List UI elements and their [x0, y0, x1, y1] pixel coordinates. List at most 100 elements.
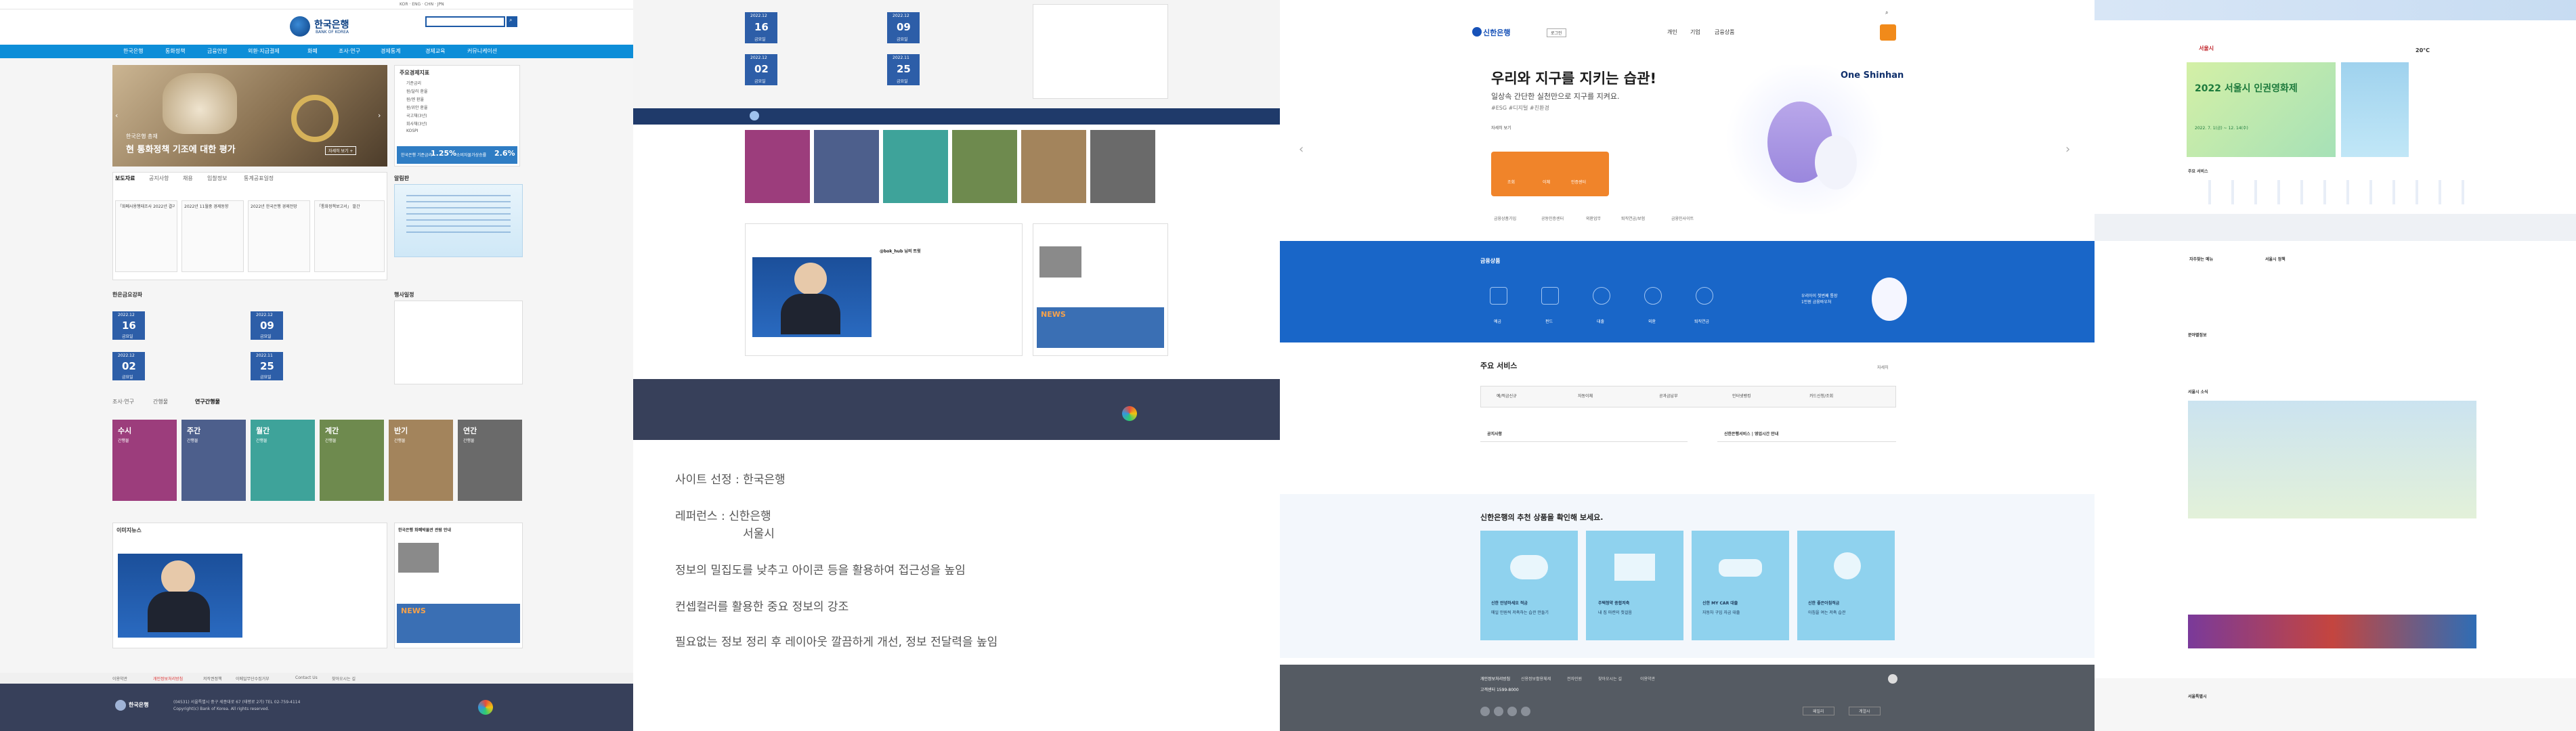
bok-nav-item-7[interactable]: 경제교육 [425, 47, 445, 55]
reco-card[interactable] [1797, 531, 1895, 640]
shinhan-top-link[interactable]: 기업 [1690, 28, 1700, 36]
shinhan-logo[interactable]: 신한은행 [1483, 27, 1510, 38]
exchange-icon[interactable] [1644, 287, 1662, 305]
tab-recruit[interactable]: 채용 [183, 175, 193, 182]
bok-nav-item-4[interactable]: 화폐 [307, 47, 318, 55]
shinhan-sub-link[interactable]: 외환업무 [1586, 215, 1601, 221]
shinhan-sub-link[interactable]: 공동인증센터 [1541, 215, 1564, 221]
shinhan-footer-link[interactable]: 전자민원 [1567, 675, 1582, 682]
shinhan-hero-sub: 일상속 간단한 실천만으로 지구를 지켜요. [1491, 92, 1620, 101]
bok-footer-link[interactable]: 이메일무단수집거부 [236, 675, 270, 682]
social-icon[interactable] [1507, 707, 1517, 716]
calendar-weekday: 금요일 [260, 334, 272, 339]
product-exchange[interactable]: 외환 [1648, 318, 1656, 324]
museum-image[interactable] [1039, 246, 1081, 278]
pub-cover[interactable] [952, 130, 1017, 203]
search-icon[interactable]: ⌕ [1885, 9, 1888, 16]
shinhan-top-link[interactable]: 개인 [1667, 28, 1677, 36]
seoul-news-grid[interactable] [2188, 401, 2476, 518]
bok-nav-item-6[interactable]: 경제통계 [381, 47, 400, 55]
hero-btn-inquiry[interactable]: 조회 [1507, 179, 1515, 185]
twitter-handle[interactable]: @bok_hub 님의 트윗 [880, 248, 921, 254]
top-arrow-icon[interactable] [1888, 674, 1897, 684]
seoul-logo[interactable]: 서울시 [2199, 45, 2214, 52]
shinhan-sub-link[interactable]: 금융인사이트 [1671, 215, 1694, 221]
bok-nav-item-1[interactable]: 통화정책 [165, 47, 185, 55]
pub-tab[interactable]: 연구간행물 [195, 398, 220, 405]
chevron-right-icon[interactable]: › [2065, 142, 2070, 156]
tab-schedule[interactable]: 통계공표일정 [244, 175, 274, 182]
shinhan-sub-link[interactable]: 퇴직연금/보험 [1621, 215, 1645, 221]
shinhan-login-button[interactable]: 로그인 [1547, 28, 1566, 37]
bok-hero-more-button[interactable]: 자세히 보기 + [325, 146, 357, 155]
bok-nav-item-3[interactable]: 외환·지급결제 [248, 47, 280, 55]
shinhan-footer-link[interactable]: 이용약관 [1640, 675, 1655, 682]
menu-icon[interactable] [1880, 24, 1896, 41]
bok-footer-link[interactable]: 저작권정책 [203, 675, 222, 682]
pub-tab[interactable]: 간행물 [153, 398, 168, 405]
seoul-banner[interactable] [2187, 62, 2336, 157]
social-icon[interactable] [1480, 707, 1490, 716]
service-link[interactable]: 인터넷뱅킹 [1732, 393, 1751, 399]
shinhan-footer-link[interactable]: 신용정보활용체제 [1521, 675, 1551, 682]
bok-nav-item-2[interactable]: 금융안정 [207, 47, 227, 55]
shinhan-footer-link[interactable]: 찾아오시는 길 [1598, 675, 1622, 682]
shinhan-notice-right[interactable]: 신한은행서비스 | 영업시간 안내 [1724, 430, 1778, 437]
museum-image[interactable] [398, 543, 439, 573]
seoul-small-banners[interactable] [2188, 615, 2476, 648]
bok-nav-item-5[interactable]: 조사·연구 [339, 47, 360, 55]
loan-icon[interactable] [1593, 287, 1610, 305]
tab-notice[interactable]: 공지사항 [149, 175, 169, 182]
reco-card[interactable] [1586, 531, 1683, 640]
service-link[interactable]: 예/적금신규 [1497, 393, 1517, 399]
chevron-left-icon[interactable]: ‹ [1299, 142, 1304, 156]
product-pension[interactable]: 퇴직연금 [1694, 318, 1709, 324]
bok-footer-link[interactable]: 이용약관 [112, 675, 127, 682]
pub-cover[interactable] [1090, 130, 1155, 203]
shinhan-notice-tab[interactable]: 공지사항 [1487, 430, 1502, 437]
social-icon[interactable] [1494, 707, 1503, 716]
service-link[interactable]: 공과금납부 [1659, 393, 1678, 399]
news-card[interactable] [181, 200, 244, 272]
product-deposit[interactable]: 예금 [1494, 318, 1501, 324]
shinhan-hero-more[interactable]: 자세히 보기 [1491, 125, 1511, 131]
chevron-right-icon[interactable]: › [378, 111, 381, 120]
deposit-icon[interactable] [1490, 287, 1507, 305]
shinhan-footer-link[interactable]: 개인정보처리방침 [1480, 675, 1510, 682]
seoul-side-banners[interactable] [2341, 62, 2409, 157]
hero-btn-transfer[interactable]: 이체 [1543, 179, 1550, 185]
bok-nav-item-8[interactable]: 커뮤니케이션 [467, 47, 497, 55]
footer-family-button[interactable]: 패밀리 [1803, 707, 1834, 715]
pub-cover[interactable] [745, 130, 810, 203]
pub-cover[interactable] [814, 130, 879, 203]
pub-tab[interactable]: 조사·연구 [112, 398, 134, 405]
news-card[interactable] [115, 200, 177, 272]
bok-footer-link[interactable]: 찾아오시는 길 [332, 675, 356, 682]
reco-card[interactable] [1692, 531, 1789, 640]
reco-card[interactable] [1480, 531, 1578, 640]
shinhan-sub-link[interactable]: 금융상품가입 [1494, 215, 1516, 221]
pub-cover[interactable] [883, 130, 948, 203]
service-link[interactable]: 카드신청/조회 [1809, 393, 1833, 399]
service-link[interactable]: 자동이체 [1578, 393, 1593, 399]
product-fund[interactable]: 펀드 [1545, 318, 1553, 324]
shinhan-services-more[interactable]: 자세히 [1877, 364, 1889, 370]
bok-search-input[interactable] [425, 16, 505, 27]
chevron-left-icon[interactable]: ‹ [115, 111, 118, 120]
product-loan[interactable]: 대출 [1597, 318, 1604, 324]
bok-footer-link[interactable]: Contact Us [295, 675, 318, 680]
bok-footer-link[interactable]: 개인정보처리방침 [153, 675, 183, 682]
fund-icon[interactable] [1541, 287, 1559, 305]
news-card[interactable] [248, 200, 310, 272]
hero-btn-cert[interactable]: 인증센터 [1571, 179, 1586, 185]
news-card[interactable] [314, 200, 385, 272]
tab-press[interactable]: 보도자료 [115, 175, 135, 182]
bok-util-links[interactable]: KOR · ENG · CHN · JPN [400, 2, 444, 7]
tab-bid[interactable]: 입찰정보 [207, 175, 227, 182]
pub-cover[interactable] [1021, 130, 1086, 203]
bok-nav-item-0[interactable]: 한국은행 [123, 47, 143, 55]
shinhan-top-link[interactable]: 금융상품 [1715, 28, 1734, 36]
social-icon[interactable] [1521, 707, 1530, 716]
pension-icon[interactable] [1696, 287, 1713, 305]
footer-affiliate-button[interactable]: 계열사 [1849, 707, 1881, 715]
